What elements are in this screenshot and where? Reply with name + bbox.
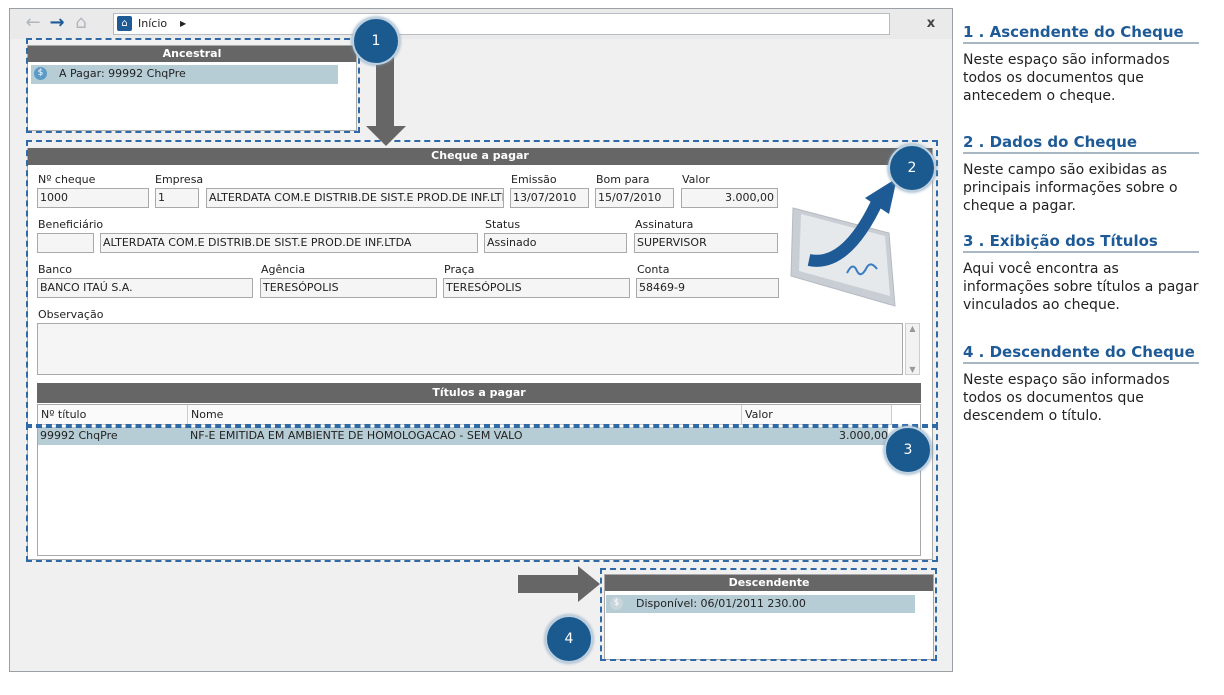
back-arrow-icon[interactable]: ←: [22, 12, 44, 34]
legend-text-4: Neste espaço são informados todos os doc…: [963, 372, 1170, 424]
region-4-highlight: [600, 568, 937, 661]
toolbar: ← → ⌂ ⌂ Início ▶ x: [10, 9, 952, 39]
home-small-icon: ⌂: [117, 16, 132, 31]
badge-2: 2: [888, 144, 936, 192]
region-2-highlight: [26, 140, 938, 428]
breadcrumb-chevron-icon: ▶: [180, 19, 187, 28]
legend-title-4: 4 . Descendente do Cheque: [963, 343, 1195, 361]
home-icon[interactable]: ⌂: [70, 12, 92, 34]
forward-arrow-icon[interactable]: →: [46, 12, 68, 34]
arrow-right-icon: [518, 566, 600, 602]
legend-section-1: 1 . Ascendente do Cheque Neste espaço sã…: [963, 23, 1199, 105]
badge-1: 1: [352, 17, 400, 65]
close-button[interactable]: x: [920, 13, 942, 35]
badge-4: 4: [545, 615, 593, 663]
legend-title-1: 1 . Ascendente do Cheque: [963, 23, 1184, 41]
legend-text-3: Aqui você encontra as informações sobre …: [963, 261, 1199, 313]
breadcrumb-inicio[interactable]: Início: [138, 14, 167, 34]
legend-title-2: 2 . Dados do Cheque: [963, 133, 1138, 151]
region-3-highlight: [26, 424, 938, 562]
legend-title-3: 3 . Exibição dos Títulos: [963, 232, 1158, 250]
legend-section-3: 3 . Exibição dos Títulos Aqui você encon…: [963, 232, 1199, 314]
badge-3: 3: [884, 426, 932, 474]
legend-section-4: 4 . Descendente do Cheque Neste espaço s…: [963, 343, 1199, 425]
legend-text-1: Neste espaço são informados todos os doc…: [963, 52, 1170, 104]
legend-section-2: 2 . Dados do Cheque Neste campo são exib…: [963, 133, 1199, 215]
legend-text-2: Neste campo são exibidas as principais i…: [963, 162, 1178, 214]
address-bar[interactable]: ⌂ Início ▶: [113, 13, 890, 35]
region-1-highlight: [26, 38, 360, 133]
